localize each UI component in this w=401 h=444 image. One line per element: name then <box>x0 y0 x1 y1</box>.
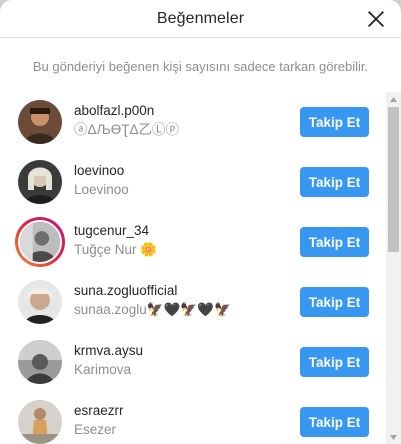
avatar[interactable] <box>18 340 62 384</box>
follow-button[interactable]: Takip Et <box>300 347 369 377</box>
follow-button[interactable]: Takip Et <box>300 167 369 197</box>
arrow-up-icon[interactable] <box>386 92 401 106</box>
list-item: krmva.aysu Karimova Takip Et <box>0 332 386 392</box>
full-name: ⓐΔЉƟƮΔ乙Ⓛⓟ <box>74 122 180 137</box>
close-icon[interactable] <box>365 8 387 30</box>
username[interactable]: suna.zogluofficial <box>74 282 231 300</box>
username[interactable]: abolfazl.p00n <box>74 102 179 120</box>
avatar[interactable] <box>18 100 62 144</box>
list-item: suna.zogluofficial sunaa.zoglu🦅🖤🦅🖤🦅 Taki… <box>0 272 386 332</box>
list-item: tugcenur_34 Tuğçe Nur 🌼 Takip Et <box>0 212 386 272</box>
scrollbar[interactable] <box>386 92 401 444</box>
follow-button[interactable]: Takip Et <box>300 227 369 257</box>
full-name: Karimova <box>74 362 132 377</box>
avatar <box>18 220 62 264</box>
full-name: sunaa.zoglu🦅🖤🦅🖤🦅 <box>74 302 231 317</box>
likes-privacy-notice: Bu gönderiyi beğenen kişi sayısını sadec… <box>32 58 369 74</box>
avatar[interactable] <box>18 400 62 444</box>
dialog-title: Beğenmeler <box>156 9 245 27</box>
arrow-down-icon[interactable] <box>386 430 401 444</box>
full-name: Loevinoo <box>74 182 129 197</box>
scrollbar-thumb[interactable] <box>388 107 399 252</box>
likes-list: abolfazl.p00n ⓐΔЉƟƮΔ乙Ⓛⓟ Takip Et loevino… <box>0 92 386 444</box>
list-item: esraezrr Esezer Takip Et <box>0 392 386 444</box>
list-item: abolfazl.p00n ⓐΔЉƟƮΔ乙Ⓛⓟ Takip Et <box>0 92 386 152</box>
username[interactable]: krmva.aysu <box>74 342 143 360</box>
avatar-story-ring[interactable] <box>15 217 65 267</box>
dialog-header: Beğenmeler <box>0 0 401 38</box>
full-name: Esezer <box>74 422 117 437</box>
username[interactable]: loevinoo <box>74 162 129 180</box>
follow-button[interactable]: Takip Et <box>300 287 369 317</box>
likes-dialog: Beğenmeler Bu gönderiyi beğenen kişi say… <box>0 0 401 444</box>
list-item: loevinoo Loevinoo Takip Et <box>0 152 386 212</box>
avatar[interactable] <box>18 160 62 204</box>
full-name: Tuğçe Nur 🌼 <box>74 242 158 257</box>
avatar[interactable] <box>18 280 62 324</box>
follow-button[interactable]: Takip Et <box>300 407 369 437</box>
username[interactable]: tugcenur_34 <box>74 222 157 240</box>
follow-button[interactable]: Takip Et <box>300 107 369 137</box>
username[interactable]: esraezrr <box>74 402 124 420</box>
